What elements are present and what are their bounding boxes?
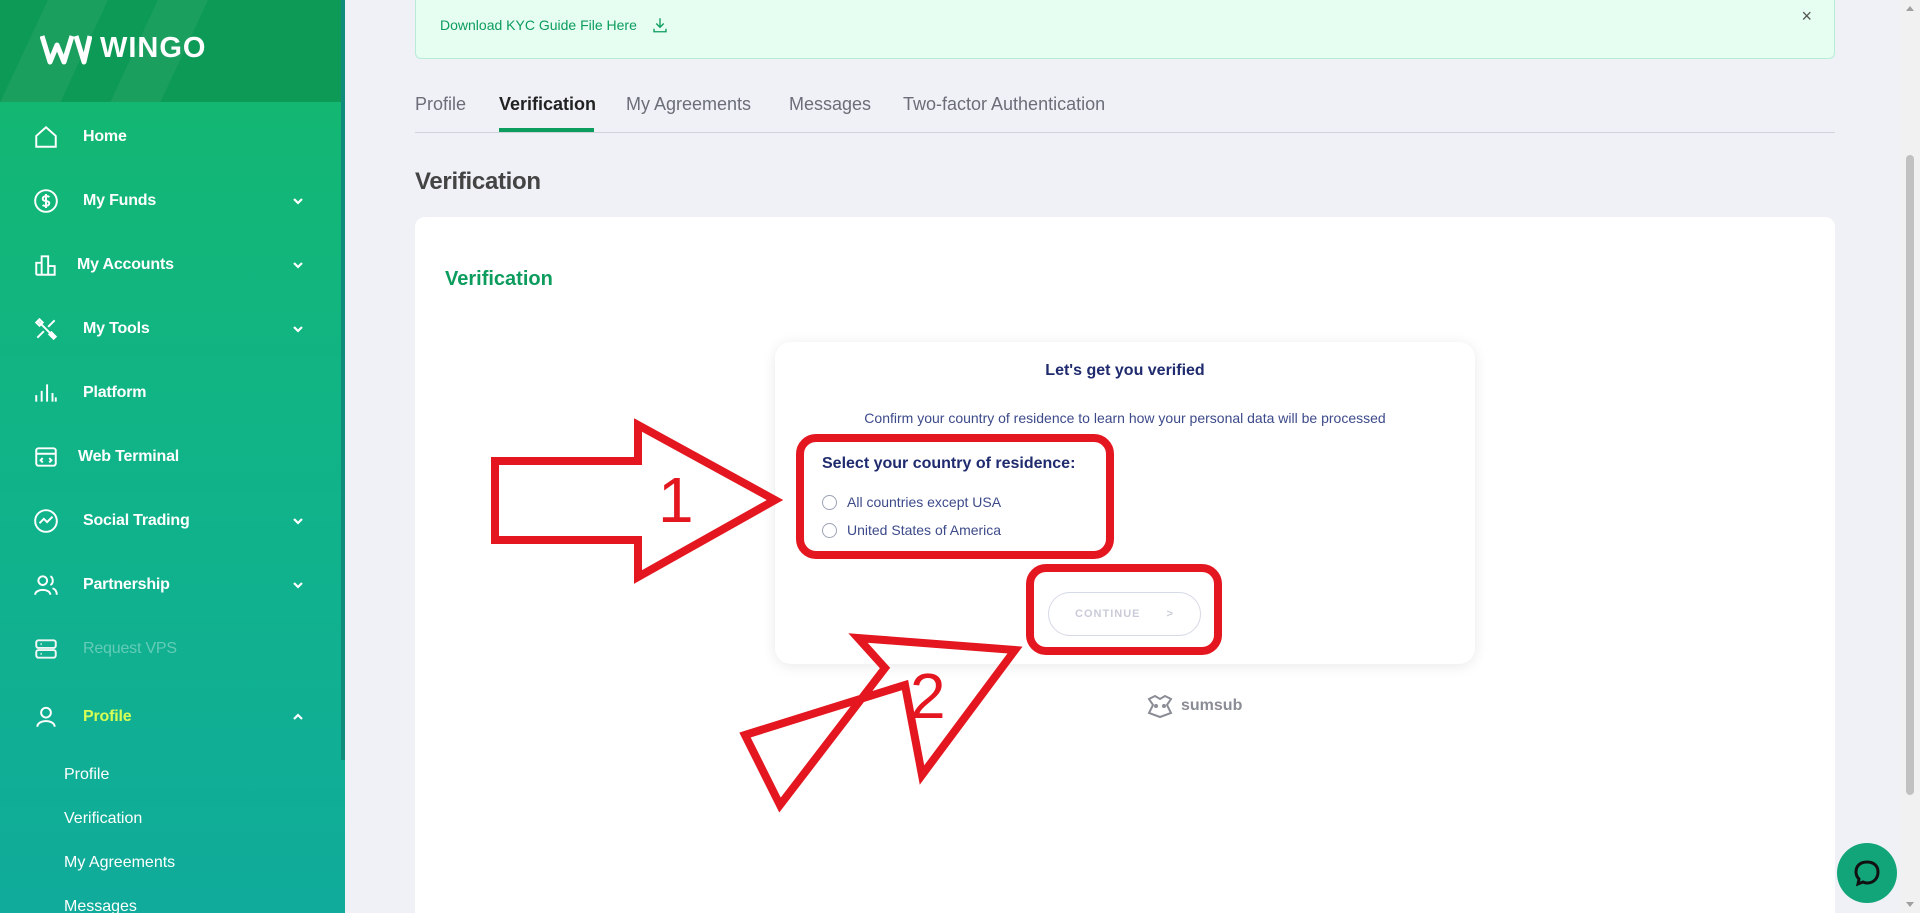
live-chat-button[interactable] (1837, 843, 1897, 903)
sumsub-verification-widget: Let's get you verified Confirm your coun… (775, 342, 1475, 664)
sidebar-item-my-funds[interactable]: My Funds (0, 176, 345, 226)
sumsub-logo: sumsub (1145, 693, 1242, 719)
sidebar-item-label: My Funds (83, 192, 157, 209)
users-icon (32, 571, 60, 599)
tools-icon (32, 315, 60, 343)
sidebar-header: WINGO (0, 0, 345, 102)
sidebar-item-label: Web Terminal (78, 448, 180, 465)
home-icon (32, 123, 60, 151)
sidebar-item-label: Partnership (83, 576, 170, 593)
chevron-right-icon: > (1166, 608, 1174, 620)
tab-two-factor-authentication[interactable]: Two-factor Authentication (903, 94, 1105, 115)
sidebar-item-my-accounts[interactable]: My Accounts (0, 240, 345, 290)
download-icon (653, 18, 667, 33)
page-scrollbar[interactable] (1900, 0, 1920, 913)
chevron-down-icon (291, 322, 305, 336)
scrollbar-thumb[interactable] (1906, 155, 1914, 795)
server-icon (32, 635, 60, 663)
widget-description: Confirm your country of residence to lea… (864, 410, 1386, 426)
scroll-down-icon[interactable] (1906, 902, 1914, 907)
sidebar-item-label: My Accounts (77, 256, 174, 273)
user-icon (32, 703, 60, 731)
brand-logo[interactable]: WINGO (40, 32, 207, 65)
sidebar-subitem-verification[interactable]: Verification (64, 810, 142, 828)
chevron-down-icon (291, 578, 305, 592)
sidebar-item-platform[interactable]: Platform (0, 368, 345, 418)
continue-button[interactable]: CONTINUE > (1048, 592, 1201, 636)
sidebar-item-partnership[interactable]: Partnership (0, 560, 345, 610)
tab-verification[interactable]: Verification (499, 94, 596, 115)
sidebar-item-social-trading[interactable]: Social Trading (0, 496, 345, 546)
sidebar-item-request-vps[interactable]: Request VPS (0, 624, 345, 674)
sumsub-icon (1147, 694, 1173, 719)
dollar-icon (32, 187, 60, 215)
radio-all-countries-except-usa[interactable]: All countries except USA (822, 494, 1001, 510)
sidebar-item-home[interactable]: Home (0, 112, 345, 162)
sidebar-item-web-terminal[interactable]: Web Terminal (0, 432, 345, 482)
brand-name: WINGO (100, 32, 207, 64)
sidebar-subitem-profile[interactable]: Profile (64, 766, 109, 784)
radio-button[interactable] (822, 494, 837, 510)
sidebar-item-label: Home (83, 128, 127, 145)
kyc-banner: Download KYC Guide File Here × (415, 0, 1835, 59)
close-icon[interactable]: × (1801, 6, 1812, 27)
main-content: Download KYC Guide File Here × Profile V… (345, 0, 1900, 913)
tab-my-agreements[interactable]: My Agreements (626, 94, 751, 115)
wingo-logo-icon (40, 34, 92, 64)
trend-icon (32, 507, 60, 535)
sidebar-item-profile[interactable]: Profile (0, 692, 345, 742)
terminal-icon (32, 443, 60, 471)
chevron-up-icon (291, 710, 305, 724)
chevron-down-icon (291, 258, 305, 272)
active-tab-indicator (499, 128, 594, 132)
chevron-down-icon (291, 194, 305, 208)
chevron-down-icon (291, 514, 305, 528)
sidebar-item-label: Profile (83, 708, 132, 725)
sidebar-item-label: Social Trading (83, 512, 190, 529)
sidebar-subitem-my-agreements[interactable]: My Agreements (64, 854, 175, 872)
radio-united-states[interactable]: United States of America (822, 522, 1001, 538)
chat-icon (1854, 860, 1880, 887)
sidebar-item-label: Platform (83, 384, 147, 401)
card-title: Verification (445, 268, 553, 290)
sidebar-item-label: Request VPS (83, 640, 177, 657)
tab-messages[interactable]: Messages (789, 94, 871, 115)
scroll-up-icon[interactable] (1906, 6, 1914, 11)
platform-icon (32, 379, 60, 407)
sidebar-subitem-messages[interactable]: Messages (64, 898, 137, 913)
tab-profile[interactable]: Profile (415, 94, 466, 115)
radio-button[interactable] (822, 522, 837, 538)
sidebar: WINGO Home My Funds My Accounts My Tools… (0, 0, 345, 913)
chart-bars-icon (32, 251, 60, 279)
sidebar-item-my-tools[interactable]: My Tools (0, 304, 345, 354)
widget-title: Let's get you verified (1045, 362, 1205, 379)
verification-card: Verification Let's get you verified Conf… (415, 217, 1835, 913)
kyc-download-link[interactable]: Download KYC Guide File Here (440, 16, 669, 34)
sidebar-item-label: My Tools (83, 320, 150, 337)
page-title: Verification (415, 168, 541, 195)
profile-tabs: Profile Verification My Agreements Messa… (415, 92, 1835, 133)
country-select-label: Select your country of residence: (822, 455, 1076, 472)
